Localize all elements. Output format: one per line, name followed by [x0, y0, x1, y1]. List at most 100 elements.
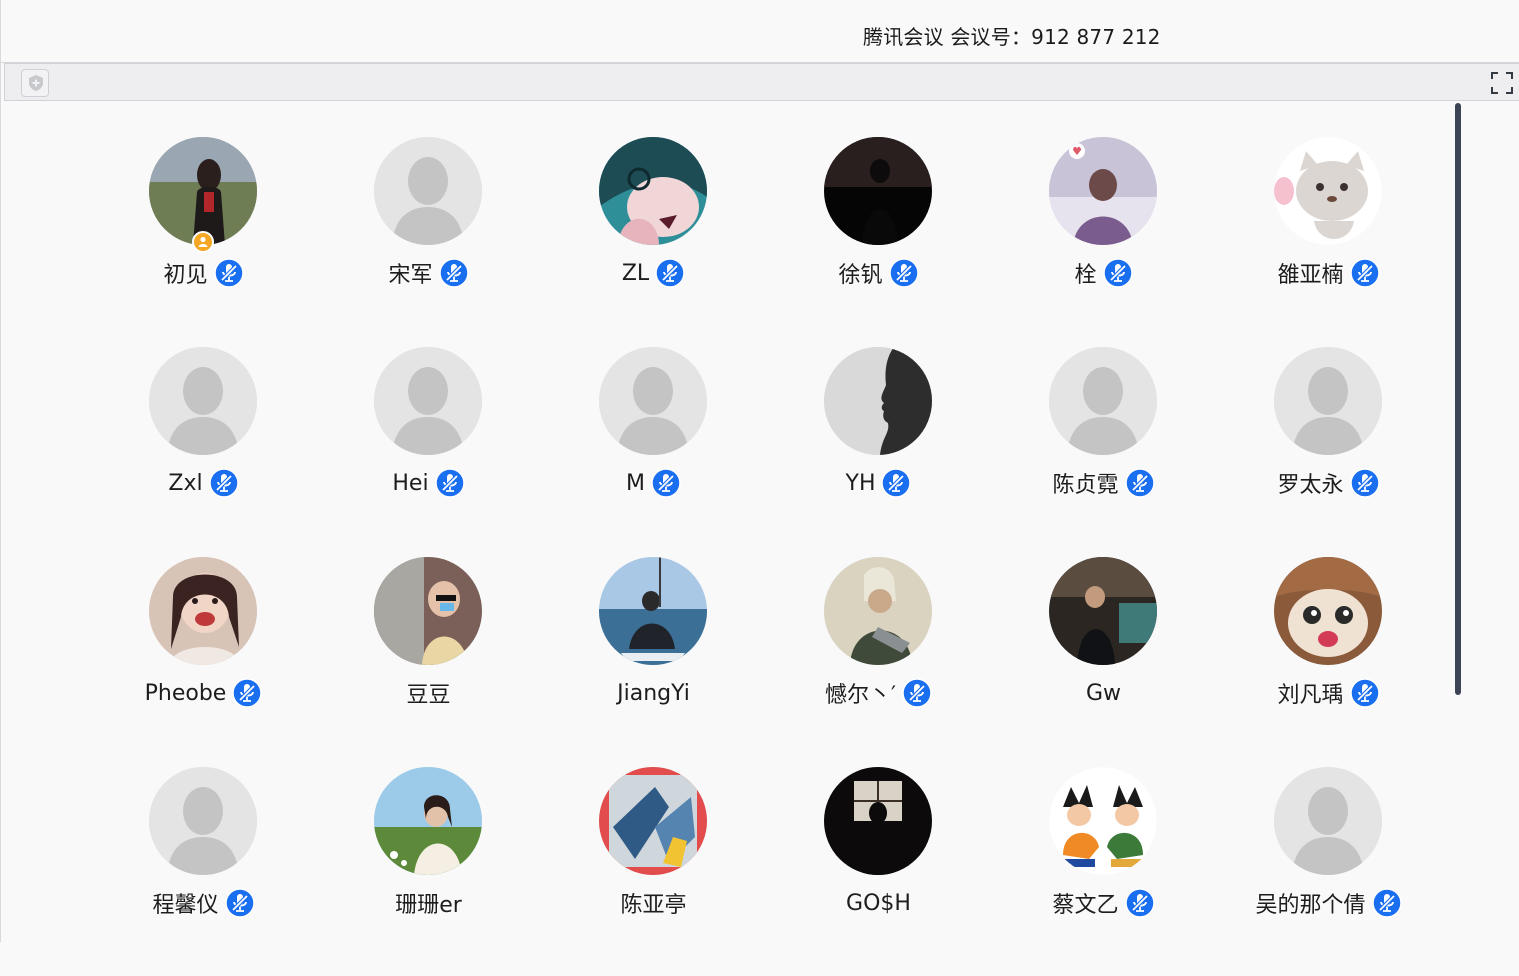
participant-avatar	[149, 767, 257, 875]
participant-name: 程馨仪	[152, 893, 219, 918]
participant-name-row: Pheobe	[91, 676, 316, 710]
participant-name-row: M	[541, 466, 766, 500]
security-button[interactable]	[21, 69, 49, 97]
participant-tile[interactable]: 珊珊er	[316, 766, 541, 976]
participant-tile[interactable]: 蔡文乙	[991, 766, 1216, 976]
participant-name-row: GO$H	[766, 886, 991, 920]
participant-tile[interactable]: YH	[766, 346, 991, 556]
participant-name: 徐钒	[838, 263, 883, 288]
mic-muted-icon[interactable]	[224, 888, 255, 918]
meeting-title: 腾讯会议 会议号：912 877 212	[863, 25, 1161, 49]
participant-name: 豆豆	[406, 683, 451, 708]
participant-name-row: 宋军	[316, 256, 541, 290]
participant-avatar	[1274, 137, 1382, 245]
participant-avatar	[824, 137, 932, 245]
participant-tile[interactable]: 初见	[91, 136, 316, 346]
vertical-scrollbar[interactable]	[1455, 103, 1461, 695]
participant-name-row: YH	[766, 466, 991, 500]
participant-tile[interactable]: 陈贞霓	[991, 346, 1216, 556]
participant-name: 栓	[1074, 263, 1097, 288]
mic-muted-icon[interactable]	[232, 678, 263, 708]
participant-tile[interactable]: Zxl	[91, 346, 316, 556]
participant-avatar	[599, 137, 707, 245]
participant-tile[interactable]: 吴的那个倩	[1216, 766, 1441, 976]
participant-tile[interactable]: 罗太永	[1216, 346, 1441, 556]
mic-muted-icon[interactable]	[1349, 678, 1380, 708]
participant-name-row: 徐钒	[766, 256, 991, 290]
participant-name: ZL	[621, 260, 650, 286]
mic-muted-icon[interactable]	[655, 258, 685, 288]
mic-muted-icon[interactable]	[1124, 468, 1155, 498]
participant-name-row: 吴的那个倩	[1216, 886, 1441, 920]
participant-tile[interactable]: Pheobe	[91, 556, 316, 766]
participant-name: 蔡文乙	[1052, 893, 1119, 918]
mic-muted-icon[interactable]	[208, 468, 239, 498]
participant-avatar	[1049, 557, 1157, 665]
participant-tile[interactable]: Hei	[316, 346, 541, 556]
participant-name-row: 初见	[91, 256, 316, 290]
participant-tile[interactable]: 徐钒	[766, 136, 991, 346]
mic-muted-icon[interactable]	[1124, 888, 1155, 918]
participant-avatar	[1049, 767, 1157, 875]
participant-name: Zxl	[168, 470, 203, 496]
mic-muted-icon[interactable]	[434, 468, 465, 498]
participant-tile[interactable]: M	[541, 346, 766, 556]
participant-tile[interactable]: 程馨仪	[91, 766, 316, 976]
participant-tile[interactable]: 陈亚亭	[541, 766, 766, 976]
participant-name: Pheobe	[144, 680, 227, 706]
participant-avatar	[149, 347, 257, 455]
participant-tile[interactable]: 刘凡瑀	[1216, 556, 1441, 766]
participant-name: 雒亚楠	[1277, 263, 1344, 288]
shield-icon	[29, 75, 43, 91]
participant-tile[interactable]: 雒亚楠	[1216, 136, 1441, 346]
mic-muted-icon[interactable]	[213, 258, 244, 288]
participant-name-row: 陈亚亭	[541, 886, 766, 920]
mic-muted-icon[interactable]	[651, 468, 681, 498]
participant-tile[interactable]: 栓	[991, 136, 1216, 346]
participant-avatar	[824, 557, 932, 665]
mic-muted-icon[interactable]	[902, 678, 932, 708]
toolbar	[4, 63, 1519, 101]
participant-tile[interactable]: ZL	[541, 136, 766, 346]
participant-name-row: 豆豆	[316, 676, 541, 710]
participant-name-row: JiangYi	[541, 676, 766, 710]
participant-tile[interactable]: 宋军	[316, 136, 541, 346]
mic-muted-icon[interactable]	[1349, 258, 1380, 288]
participant-name: YH	[845, 470, 876, 496]
participant-name-row: 刘凡瑀	[1216, 676, 1441, 710]
mic-muted-icon[interactable]	[1371, 888, 1402, 918]
participant-avatar	[599, 557, 707, 665]
participant-name: 珊珊er	[395, 893, 462, 918]
participant-name-row: Gw	[991, 676, 1216, 710]
participant-tile[interactable]: JiangYi	[541, 556, 766, 766]
participant-name: 吴的那个倩	[1255, 893, 1366, 918]
participant-name: M	[626, 470, 645, 496]
participant-name: Gw	[1085, 680, 1122, 706]
participant-tile[interactable]: 豆豆	[316, 556, 541, 766]
participant-tile[interactable]: 憾尔丶′	[766, 556, 991, 766]
participant-name: 罗太永	[1277, 473, 1344, 498]
participant-avatar	[599, 767, 707, 875]
mic-muted-icon[interactable]	[881, 468, 912, 498]
participant-name: Hei	[392, 470, 429, 496]
participant-name-row: 罗太永	[1216, 466, 1441, 500]
mic-muted-icon[interactable]	[1349, 468, 1380, 498]
participant-name: 陈亚亭	[620, 893, 687, 918]
participant-name: JiangYi	[617, 680, 690, 706]
mic-muted-icon[interactable]	[1102, 258, 1133, 288]
participant-name-row: 栓	[991, 256, 1216, 290]
fullscreen-button[interactable]	[1489, 70, 1515, 96]
fullscreen-icon	[1491, 72, 1513, 94]
participant-avatar	[1049, 347, 1157, 455]
participant-avatar	[1274, 767, 1382, 875]
participant-name: GO$H	[846, 890, 911, 916]
participant-name-row: 程馨仪	[91, 886, 316, 920]
mic-muted-icon[interactable]	[438, 258, 469, 288]
participant-avatar	[374, 767, 482, 875]
participant-avatar	[1049, 137, 1157, 245]
participant-name: 宋军	[388, 263, 433, 288]
mic-muted-icon[interactable]	[888, 258, 919, 288]
participant-tile[interactable]: GO$H	[766, 766, 991, 976]
title-bar: 腾讯会议 会议号：912 877 212	[1, 0, 1519, 63]
participant-tile[interactable]: Gw	[991, 556, 1216, 766]
